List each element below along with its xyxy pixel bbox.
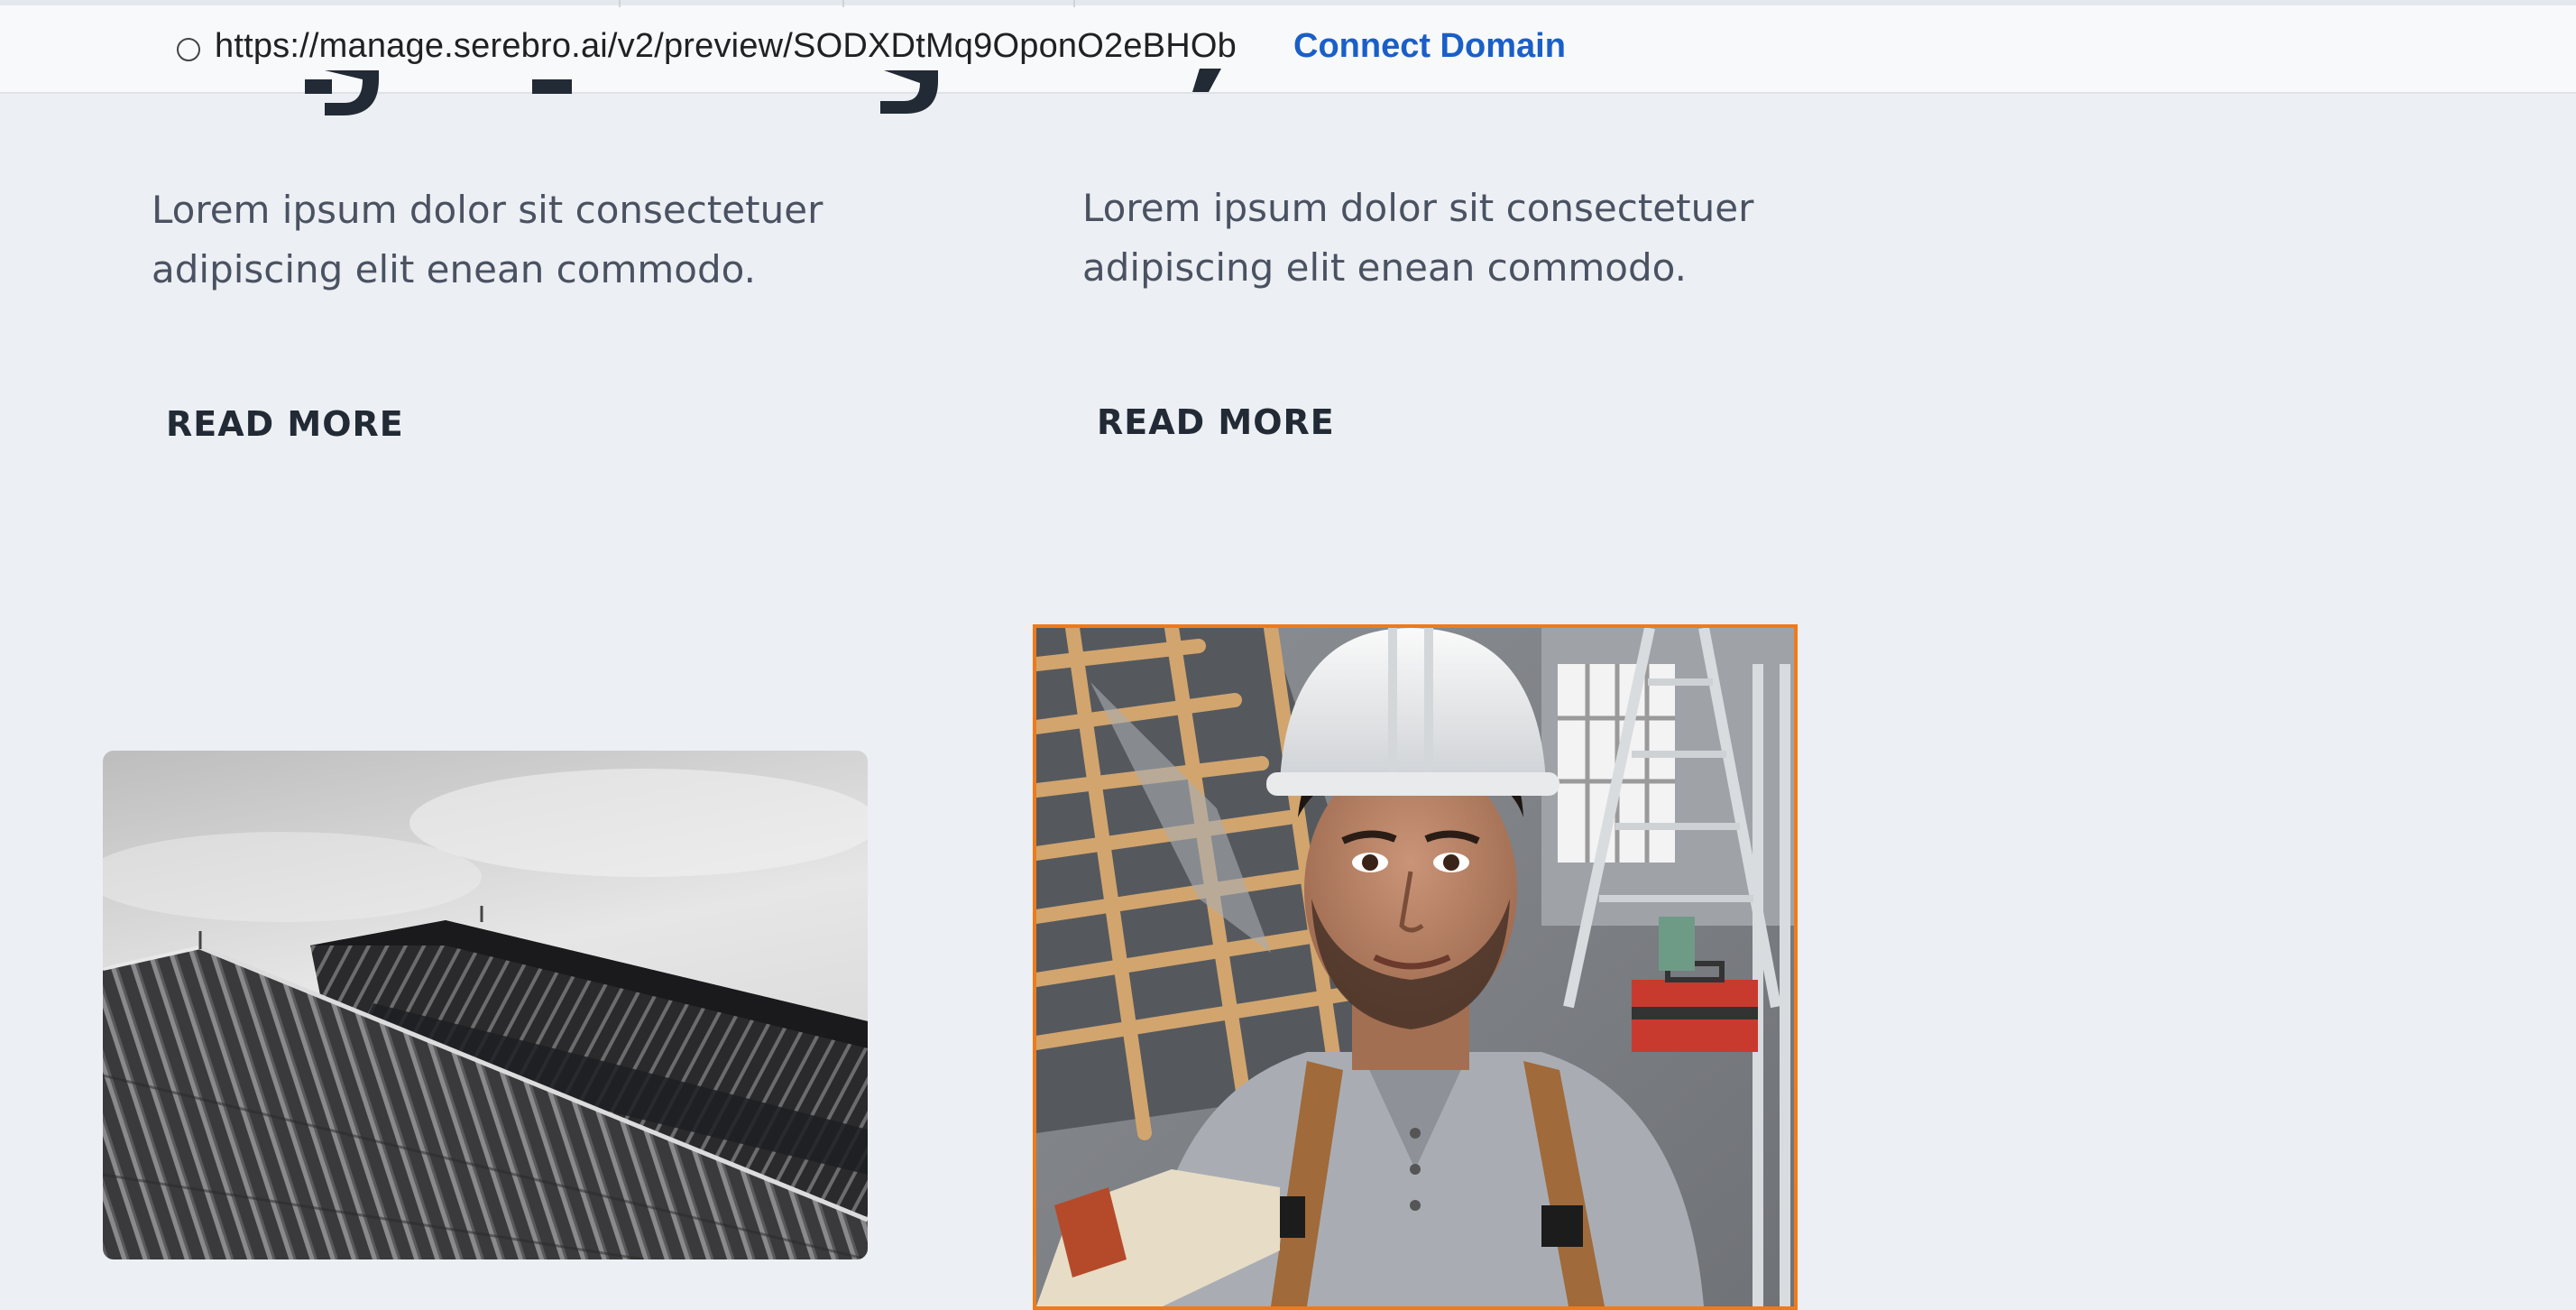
roofer-photo[interactable] bbox=[1033, 624, 1798, 1310]
card-1-description: Lorem ipsum dolor sit consectetuer adipi… bbox=[152, 180, 891, 300]
tab-separator bbox=[619, 0, 621, 7]
roof-photo[interactable] bbox=[103, 751, 868, 1259]
card-2-read-more-link[interactable]: READ MORE bbox=[1097, 402, 1335, 442]
roof-image bbox=[103, 751, 868, 1259]
description-line: Lorem ipsum dolor sit consectetuer bbox=[1082, 186, 1754, 230]
description-line: Lorem ipsum dolor sit consectetuer bbox=[152, 188, 823, 232]
heading-fragment-glyphs bbox=[1192, 69, 1221, 92]
card-1-read-more-link[interactable]: READ MORE bbox=[166, 404, 404, 444]
tab-separator bbox=[842, 0, 844, 7]
connect-domain-link[interactable]: Connect Domain bbox=[1293, 27, 1566, 66]
description-line: adipiscing elit enean commodo. bbox=[1082, 245, 1687, 290]
tab-strip-edge bbox=[0, 0, 2576, 5]
card-heading-clipped-2 bbox=[1182, 52, 1290, 128]
card-heading-clipped bbox=[153, 52, 947, 128]
heading-fragment-glyphs bbox=[305, 70, 938, 115]
roofer-image bbox=[1036, 628, 1794, 1306]
description-line: adipiscing elit enean commodo. bbox=[152, 247, 756, 291]
card-2-description: Lorem ipsum dolor sit consectetuer adipi… bbox=[1082, 179, 1822, 298]
tab-separator bbox=[1073, 0, 1075, 7]
